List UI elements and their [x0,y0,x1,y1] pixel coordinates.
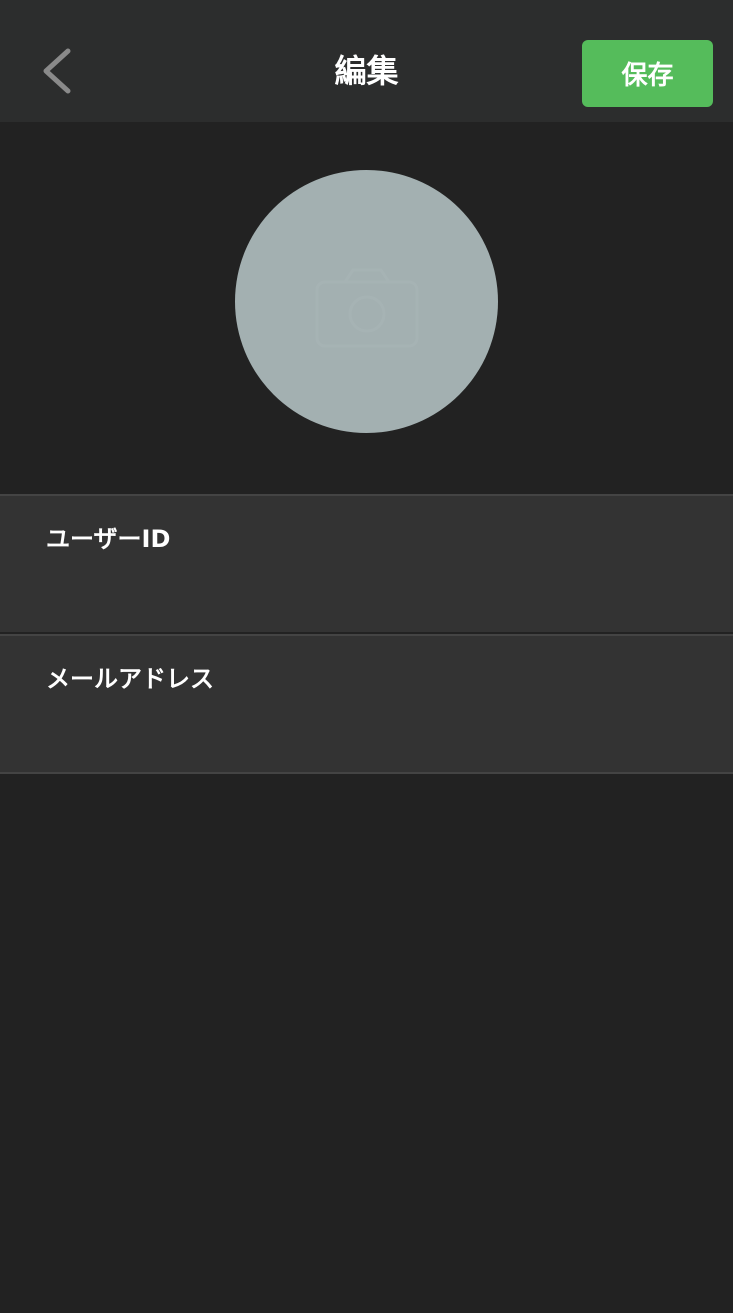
email-input[interactable] [46,710,686,746]
user-id-input[interactable] [46,570,686,606]
avatar[interactable] [235,170,498,433]
email-row[interactable]: メールアドレス [0,634,733,774]
edit-profile-screen: 編集 保存 ユーザーID メールアドレス [0,0,733,1313]
email-label: メールアドレス [46,665,214,693]
chevron-left-icon [43,48,71,94]
save-button[interactable]: 保存 [582,40,713,107]
camera-icon [315,268,419,348]
back-button[interactable] [30,40,86,102]
user-id-row[interactable]: ユーザーID [0,494,733,632]
user-id-label: ユーザーID [46,525,171,553]
navigation-bar: 編集 保存 [0,0,733,122]
